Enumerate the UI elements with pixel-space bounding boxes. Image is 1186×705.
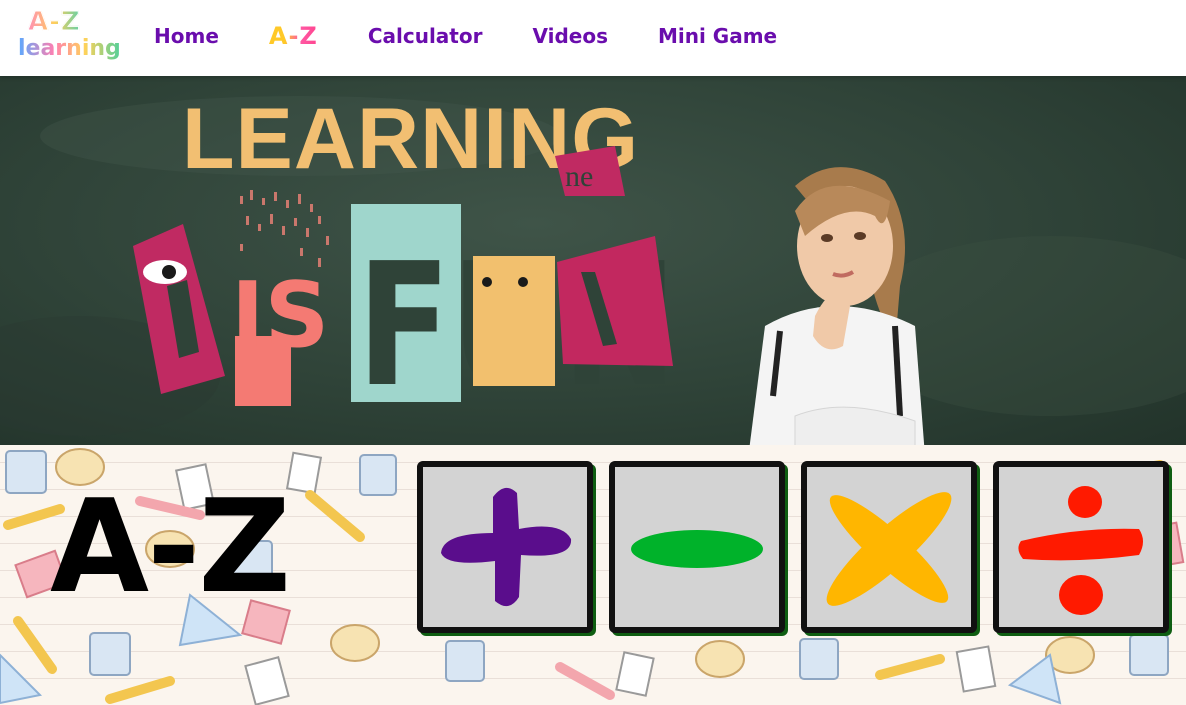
is-fun-graphic: IS FUN: [133, 204, 677, 425]
plus-icon: [441, 487, 572, 607]
subtraction-button[interactable]: [609, 461, 785, 633]
girl-illustration: [749, 167, 925, 445]
hero-banner: LEARNING IS FUN ne: [0, 76, 1186, 445]
nav-videos[interactable]: Videos: [528, 24, 612, 48]
svg-text:ne: ne: [565, 160, 593, 193]
nav-mini-game[interactable]: Mini Game: [654, 24, 781, 48]
multiplication-button[interactable]: [801, 461, 977, 633]
logo-line1: A-Z: [28, 7, 81, 37]
times-icon: [826, 492, 952, 606]
nav-home[interactable]: Home: [150, 24, 223, 48]
divide-icon: [1018, 486, 1143, 615]
main-nav: Home A-Z Calculator Videos Mini Game: [150, 18, 823, 54]
addition-button[interactable]: [417, 461, 593, 633]
division-button[interactable]: [993, 461, 1169, 633]
minus-icon: [631, 530, 763, 568]
site-header: A-Z learning Home A-Z Calculator Videos …: [0, 0, 1186, 76]
pink-paper-corner: ne: [555, 146, 625, 196]
logo-line2: learning: [18, 36, 121, 61]
a-z-heading: A-Z: [50, 473, 291, 622]
nav-a-z[interactable]: A-Z: [265, 22, 322, 50]
nav-calculator[interactable]: Calculator: [364, 24, 487, 48]
logo[interactable]: A-Z learning: [18, 7, 121, 68]
word-is: IS: [231, 263, 329, 368]
